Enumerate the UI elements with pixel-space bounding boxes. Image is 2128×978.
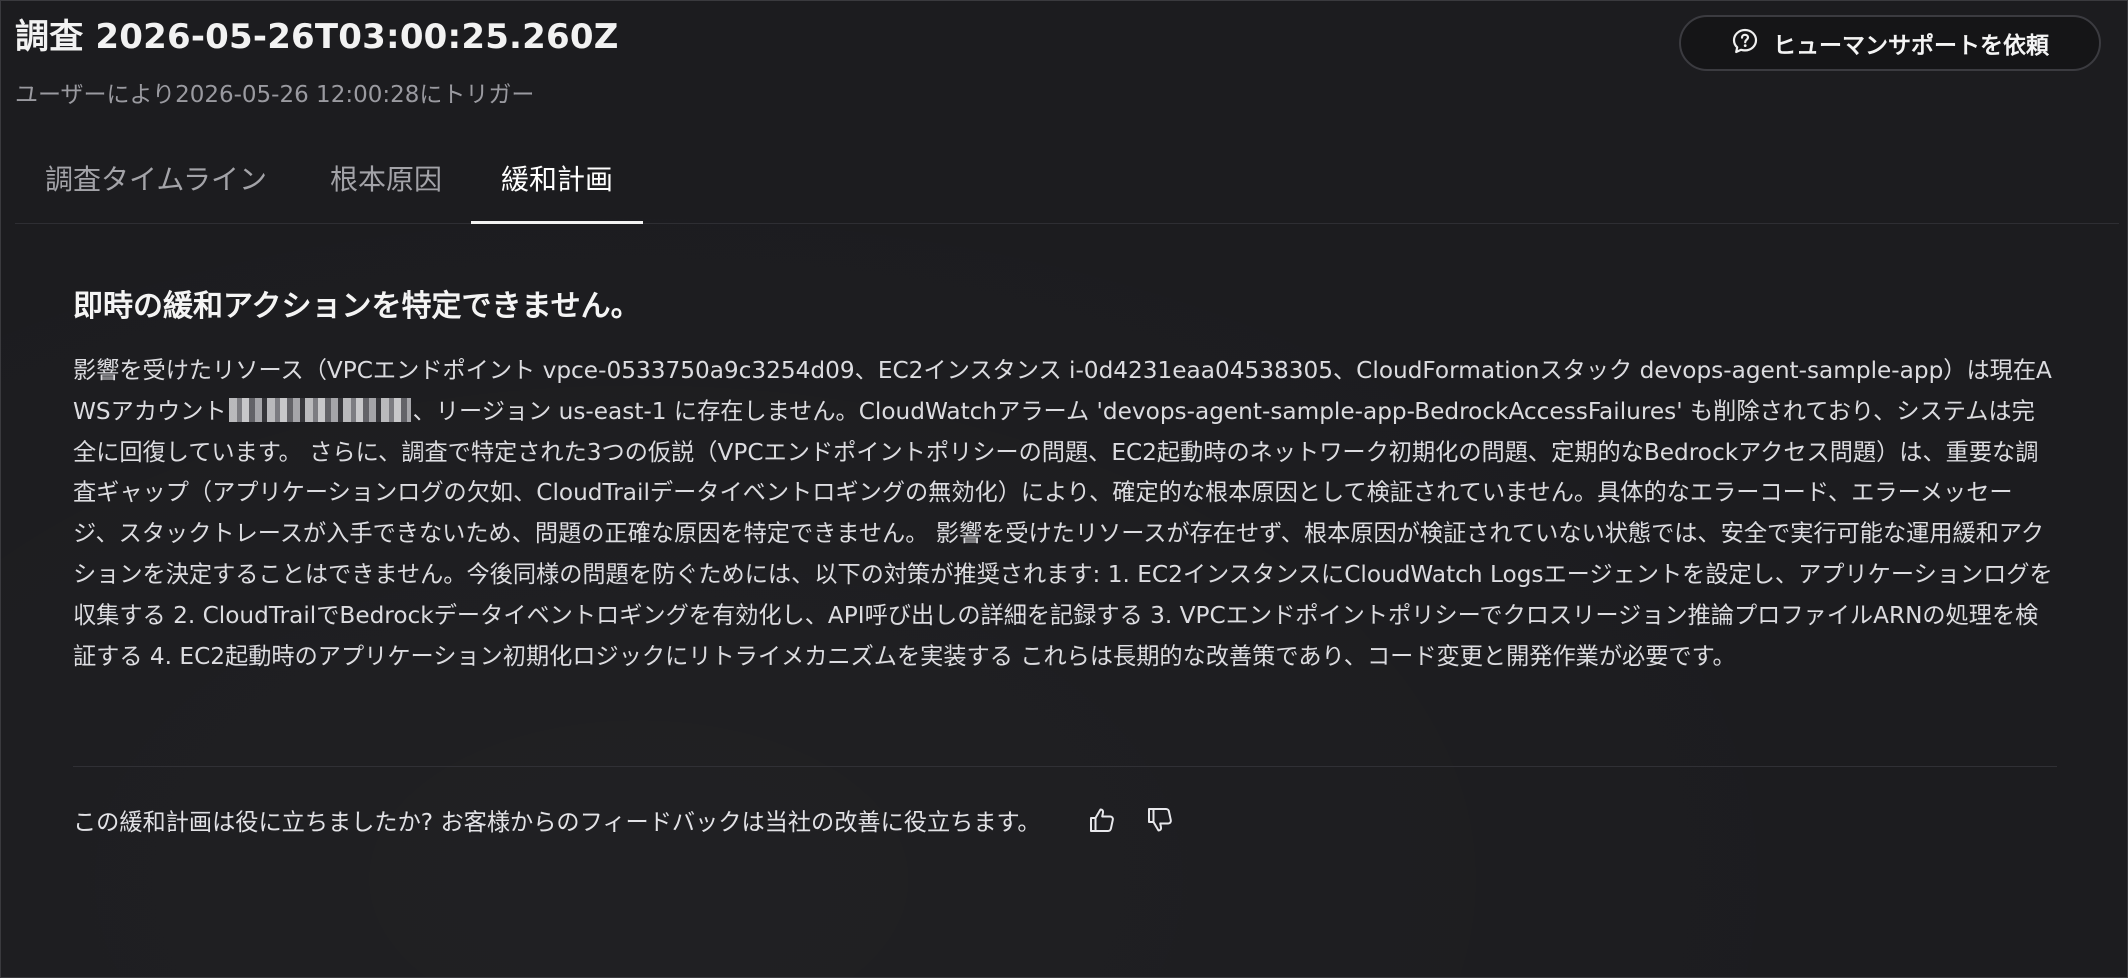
feedback-prompt: この緩和計画は役に立ちましたか? お客様からのフィードバックは当社の改善に役立ち… (73, 809, 1041, 836)
page-title: 調査 2026-05-26T03:00:25.260Z (15, 17, 619, 57)
redacted-account-id (228, 397, 411, 422)
trigger-info: ユーザーにより2026-05-26 12:00:28にトリガー (15, 82, 535, 108)
tab-bar: 調査タイムライン 根本原因 緩和計画 (15, 151, 2119, 224)
request-human-support-button[interactable]: ヒューマンサポートを依頼 (1679, 15, 2101, 71)
request-human-support-label: ヒューマンサポートを依頼 (1773, 33, 2049, 59)
plan-body-text-2: 、リージョン us-east-1 に存在しません。CloudWatchアラーム … (73, 397, 2053, 670)
thumbs-up-icon (1089, 808, 1114, 832)
feedback-row: この緩和計画は役に立ちましたか? お客様からのフィードバックは当社の改善に役立ち… (73, 803, 1177, 837)
mitigation-plan-title: 即時の緩和アクションを特定できません。 (73, 289, 641, 324)
thumbs-down-button[interactable] (1143, 803, 1177, 837)
thumbs-up-button[interactable] (1085, 803, 1119, 837)
mitigation-plan-body: 影響を受けたリソース（VPCエンドポイント vpce-0533750a9c325… (73, 351, 2057, 677)
page-frame: 調査 2026-05-26T03:00:25.260Z ユーザーにより2026-… (0, 0, 2128, 978)
mitigation-plan-panel: 即時の緩和アクションを特定できません。 影響を受けたリソース（VPCエンドポイン… (73, 281, 2057, 677)
question-bubble-icon (1731, 27, 1759, 59)
tab-mitigation-plan[interactable]: 緩和計画 (471, 151, 643, 224)
feedback-divider (73, 766, 2057, 767)
tab-investigation-timeline[interactable]: 調査タイムライン (43, 151, 269, 223)
thumbs-down-icon (1147, 808, 1172, 832)
tab-root-cause[interactable]: 根本原因 (327, 151, 445, 223)
